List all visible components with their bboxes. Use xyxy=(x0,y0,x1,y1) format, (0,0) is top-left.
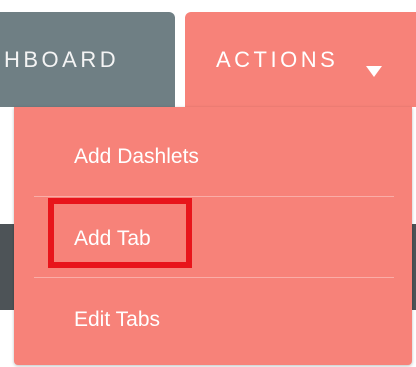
tab-dashboard[interactable]: HBOARD xyxy=(0,12,175,107)
menu-item-edit-tabs[interactable]: Edit Tabs xyxy=(14,280,412,360)
menu-divider xyxy=(34,277,394,278)
tab-actions-label: ACTIONS xyxy=(216,47,339,72)
tab-dashboard-label: HBOARD xyxy=(4,47,120,72)
menu-item-label: Add Dashlets xyxy=(74,145,199,168)
menu-item-label: Add Tab xyxy=(74,227,151,250)
actions-dropdown-menu: Add Dashlets Add Tab Edit Tabs xyxy=(14,107,412,365)
menu-item-label: Edit Tabs xyxy=(74,308,160,331)
menu-item-add-dashlets[interactable]: Add Dashlets xyxy=(14,117,412,197)
menu-item-add-tab[interactable]: Add Tab xyxy=(14,199,412,279)
caret-down-icon xyxy=(366,66,382,77)
menu-divider xyxy=(34,196,394,197)
tab-actions[interactable]: ACTIONS xyxy=(185,12,416,107)
